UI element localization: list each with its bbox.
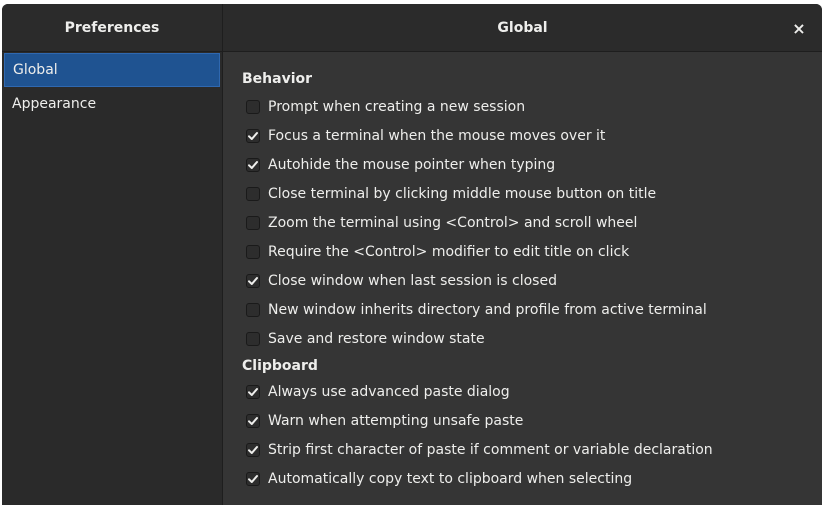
preferences-window: Preferences Global × Global Appearance B… [2, 4, 822, 505]
sidebar-item-label: Appearance [12, 96, 97, 112]
close-icon: × [792, 18, 806, 38]
checkbox[interactable] [246, 158, 260, 172]
close-button[interactable]: × [788, 17, 810, 39]
header-bar: Preferences Global × [2, 4, 822, 52]
behavior-option-4[interactable]: Zoom the terminal using <Control> and sc… [246, 212, 637, 234]
sidebar-header: Preferences [2, 4, 223, 51]
checkmark-icon [248, 446, 258, 454]
clipboard-option-2[interactable]: Strip first character of paste if commen… [246, 439, 713, 461]
option-label: Close terminal by clicking middle mouse … [268, 186, 657, 202]
clipboard-option-1[interactable]: Warn when attempting unsafe paste [246, 410, 523, 432]
behavior-option-0[interactable]: Prompt when creating a new session [246, 96, 525, 118]
global-settings-panel: Behavior Prompt when creating a new sess… [223, 52, 822, 505]
behavior-option-6[interactable]: Close window when last session is closed [246, 270, 557, 292]
option-label: Require the <Control> modifier to edit t… [268, 244, 630, 260]
behavior-option-8[interactable]: Save and restore window state [246, 328, 485, 350]
page-title: Global [497, 19, 548, 36]
option-label: Save and restore window state [268, 331, 485, 347]
checkbox[interactable] [246, 100, 260, 114]
behavior-option-1[interactable]: Focus a terminal when the mouse moves ov… [246, 125, 605, 147]
behavior-option-5[interactable]: Require the <Control> modifier to edit t… [246, 241, 629, 263]
option-label: Prompt when creating a new session [268, 99, 526, 115]
option-label: Always use advanced paste dialog [268, 384, 510, 400]
preferences-title: Preferences [64, 19, 160, 36]
checkbox[interactable] [246, 216, 260, 230]
checkbox[interactable] [246, 472, 260, 486]
behavior-option-7[interactable]: New window inherits directory and profil… [246, 299, 707, 321]
sidebar-item-appearance[interactable]: Appearance [2, 87, 222, 121]
content-header: Global × [223, 4, 822, 51]
option-label: Warn when attempting unsafe paste [268, 413, 524, 429]
checkbox[interactable] [246, 443, 260, 457]
clipboard-option-3[interactable]: Automatically copy text to clipboard whe… [246, 468, 632, 490]
clipboard-option-0[interactable]: Always use advanced paste dialog [246, 381, 510, 403]
checkmark-icon [248, 277, 258, 285]
checkmark-icon [248, 475, 258, 483]
checkmark-icon [248, 388, 258, 396]
sidebar-item-label: Global [13, 62, 58, 78]
behavior-option-2[interactable]: Autohide the mouse pointer when typing [246, 154, 555, 176]
checkmark-icon [248, 417, 258, 425]
checkbox[interactable] [246, 274, 260, 288]
checkbox[interactable] [246, 245, 260, 259]
sidebar-item-global[interactable]: Global [4, 53, 220, 87]
behavior-option-3[interactable]: Close terminal by clicking middle mouse … [246, 183, 656, 205]
behavior-section-title: Behavior [242, 71, 313, 87]
option-label: New window inherits directory and profil… [268, 302, 707, 318]
sidebar: Global Appearance [2, 52, 223, 505]
checkbox[interactable] [246, 385, 260, 399]
checkbox[interactable] [246, 332, 260, 346]
checkmark-icon [248, 161, 258, 169]
option-label: Zoom the terminal using <Control> and sc… [268, 215, 638, 231]
option-label: Focus a terminal when the mouse moves ov… [268, 128, 606, 144]
checkbox[interactable] [246, 187, 260, 201]
option-label: Close window when last session is closed [268, 273, 557, 289]
checkbox[interactable] [246, 303, 260, 317]
clipboard-section-title: Clipboard [242, 358, 318, 374]
checkbox[interactable] [246, 414, 260, 428]
option-label: Autohide the mouse pointer when typing [268, 157, 556, 173]
option-label: Automatically copy text to clipboard whe… [268, 471, 633, 487]
option-label: Strip first character of paste if commen… [268, 442, 713, 458]
checkbox[interactable] [246, 129, 260, 143]
checkmark-icon [248, 132, 258, 140]
